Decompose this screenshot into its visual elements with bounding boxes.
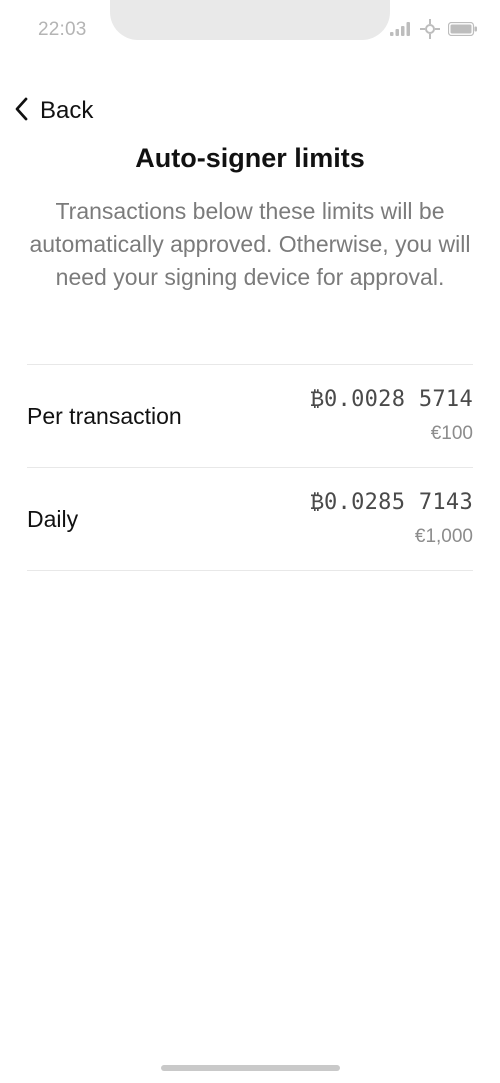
- limit-btc-amount: ₿0.0028 5714: [310, 387, 473, 412]
- page-description: Transactions below these limits will be …: [29, 198, 471, 290]
- device-notch: [110, 0, 390, 40]
- page-title: Auto-signer limits: [135, 143, 365, 173]
- limit-fiat-amount: €100: [430, 423, 473, 444]
- limits-list: Per transaction ₿0.0028 5714 €100 Daily …: [27, 364, 473, 571]
- limit-label: Daily: [27, 505, 79, 532]
- chevron-left-icon: [12, 96, 32, 127]
- home-indicator[interactable]: [161, 1065, 340, 1071]
- sync-icon: [420, 18, 440, 44]
- status-time: 22:03: [38, 19, 87, 40]
- limit-row-daily[interactable]: Daily ₿0.0285 7143 €1,000: [27, 468, 473, 571]
- back-button[interactable]: Back: [12, 95, 93, 127]
- limit-label: Per transaction: [27, 402, 182, 429]
- limit-fiat-amount: €1,000: [414, 526, 473, 547]
- signal-icon: [390, 21, 412, 41]
- status-bar: 22:03: [0, 0, 500, 60]
- limit-btc-amount: ₿0.0285 7143: [310, 490, 473, 515]
- limit-row-per-transaction[interactable]: Per transaction ₿0.0028 5714 €100: [27, 365, 473, 468]
- back-label: Back: [40, 97, 94, 124]
- status-icons: [390, 18, 478, 41]
- battery-icon: [447, 21, 478, 41]
